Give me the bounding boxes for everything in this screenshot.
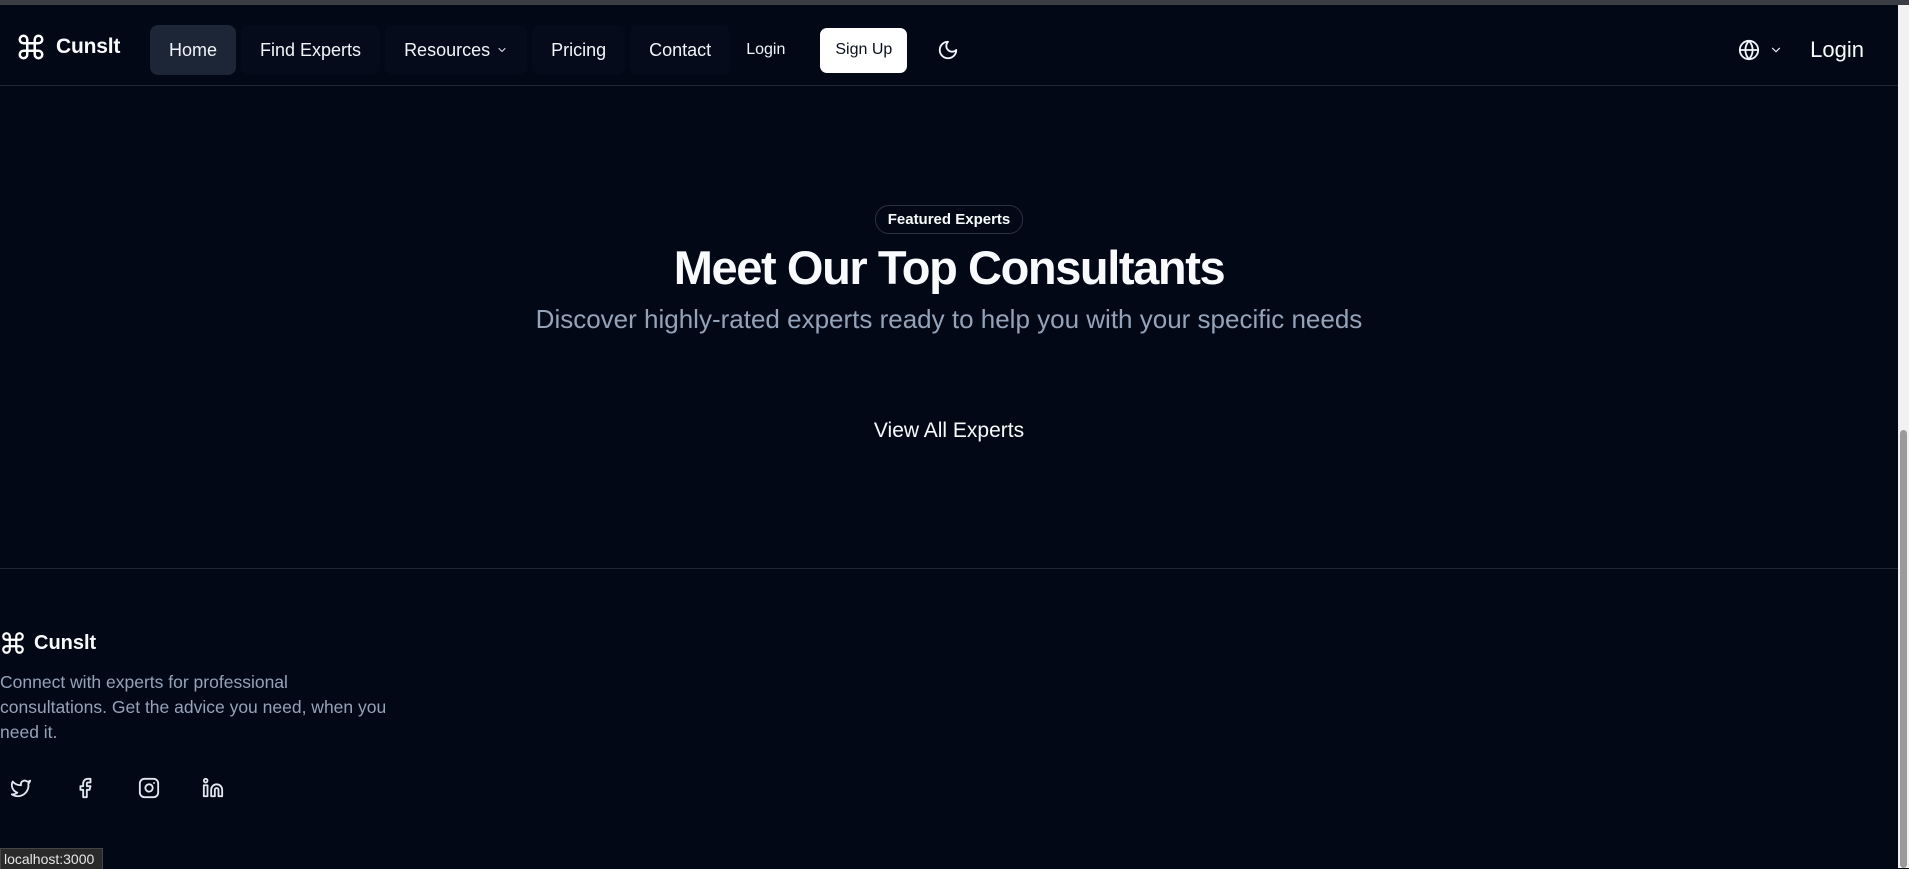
command-logo-icon <box>2 632 24 654</box>
scrollbar-thumb[interactable] <box>1900 430 1907 868</box>
footer-description: Connect with experts for professional co… <box>0 672 387 742</box>
moon-icon[interactable] <box>937 39 959 61</box>
nav-resources[interactable]: Resources <box>385 25 528 75</box>
nav-login-link[interactable]: Login <box>746 41 785 59</box>
footer-brand[interactable]: Cunslt <box>0 630 96 656</box>
site-header: Cunslt Home Find Experts Resources Prici… <box>0 5 1898 86</box>
header-login-link[interactable]: Login <box>1810 37 1864 63</box>
nav-find-experts[interactable]: Find Experts <box>241 25 381 75</box>
view-all-row: View All Experts <box>0 419 1898 443</box>
instagram-icon[interactable] <box>138 777 160 799</box>
nav-contact[interactable]: Contact <box>630 25 731 75</box>
globe-icon[interactable] <box>1738 39 1760 61</box>
linkedin-icon[interactable] <box>202 777 224 799</box>
brand-logo[interactable]: Cunslt <box>16 30 120 64</box>
section-subtitle: Discover highly-rated experts ready to h… <box>535 304 1363 334</box>
section-title: Meet Our Top Consultants <box>673 241 1226 294</box>
nav-find-experts-label: Find Experts <box>260 39 362 60</box>
nav-contact-label: Contact <box>649 39 712 60</box>
main-nav: Home Find Experts Resources Pricing Cont… <box>150 25 959 75</box>
header-right-controls: Login <box>1738 35 1864 65</box>
view-all-experts-button[interactable]: View All Experts <box>874 419 1024 442</box>
featured-badge: Featured Experts <box>874 205 1024 234</box>
signup-label: Sign Up <box>835 41 893 58</box>
footer-brand-name: Cunslt <box>34 631 97 654</box>
nav-home[interactable]: Home <box>150 25 237 75</box>
command-logo-icon <box>18 34 44 60</box>
signup-button[interactable]: Sign Up <box>820 27 908 73</box>
facebook-icon[interactable] <box>74 777 96 799</box>
nav-pricing[interactable]: Pricing <box>532 25 626 75</box>
nav-pricing-label: Pricing <box>551 39 607 60</box>
brand-name: Cunslt <box>56 35 121 58</box>
chevron-down-icon <box>498 48 506 52</box>
nav-home-label: Home <box>169 39 218 60</box>
footer-divider <box>0 568 1898 569</box>
social-links <box>10 777 224 799</box>
browser-status-url: localhost:3000 <box>0 848 104 869</box>
twitter-icon[interactable] <box>10 777 32 799</box>
nav-resources-label: Resources <box>404 39 491 60</box>
language-chevron-down-icon[interactable] <box>1769 43 1783 57</box>
featured-badge-row: Featured Experts <box>0 205 1898 234</box>
